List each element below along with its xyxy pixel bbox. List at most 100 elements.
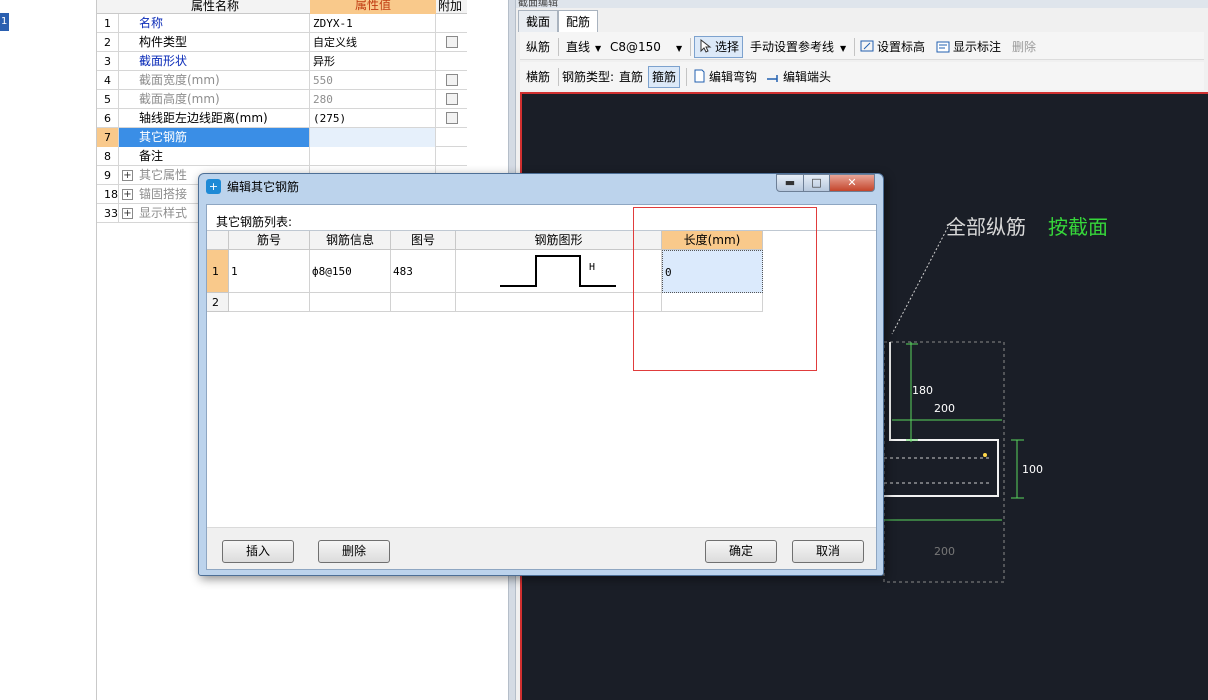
column-header-rebar-shape[interactable]: 钢筋图形 — [456, 231, 662, 250]
close-button[interactable]: ✕ — [829, 174, 875, 192]
property-add-cell — [436, 52, 467, 71]
add-checkbox[interactable] — [446, 93, 458, 105]
delete-button[interactable]: 删除 — [1012, 38, 1036, 56]
property-add-cell — [436, 33, 467, 52]
property-name: 轴线距左边线距离(mm) — [119, 109, 310, 128]
dim-label-180: 180 — [912, 384, 933, 397]
property-row[interactable]: 6 轴线距左边线距离(mm) (275) — [97, 109, 467, 128]
column-header-figure-no[interactable]: 图号 — [391, 231, 456, 250]
property-add-cell — [436, 147, 467, 166]
annotation-leader-line — [891, 226, 949, 335]
dimension-icon — [936, 39, 950, 53]
header-add: 附加 — [438, 0, 463, 13]
property-value[interactable]: 280 — [310, 90, 436, 109]
property-name-text: 截面形状 — [139, 54, 188, 68]
cell-bar-no[interactable]: 1 — [229, 250, 310, 293]
property-name: 截面宽度(mm) — [119, 71, 310, 90]
cell-bar-no[interactable] — [229, 293, 310, 312]
property-add-cell — [436, 109, 467, 128]
property-row[interactable]: 2 构件类型 自定义线 — [97, 33, 467, 52]
left-panel: 1 — [0, 0, 96, 700]
add-checkbox[interactable] — [446, 74, 458, 86]
property-row-number: 2 — [97, 33, 119, 52]
ok-button[interactable]: 确定 — [705, 540, 777, 563]
row-number[interactable]: 1 — [207, 250, 229, 293]
cell-figure-no[interactable] — [391, 293, 456, 312]
cell-rebar-info[interactable]: ф8@150 — [310, 250, 391, 293]
cell-rebar-shape[interactable]: H — [456, 250, 662, 293]
add-checkbox[interactable] — [446, 36, 458, 48]
rebar-shape-figure: H — [500, 255, 616, 287]
property-name-text: 备注 — [139, 149, 164, 163]
show-label-button[interactable]: 显示标注 — [936, 38, 1001, 56]
property-name-text: 名称 — [139, 16, 164, 30]
property-name-text: 截面宽度(mm) — [139, 73, 220, 87]
property-add-cell — [436, 128, 467, 147]
maximize-button[interactable]: □ — [803, 174, 830, 192]
header-property-name: 属性名称 — [191, 0, 240, 13]
expand-icon[interactable]: + — [122, 170, 133, 181]
property-name-text: 锚固搭接 — [139, 187, 188, 201]
property-value[interactable]: 550 — [310, 71, 436, 90]
chevron-down-icon: ▼ — [595, 44, 602, 53]
property-row[interactable]: 8 备注 — [97, 147, 467, 166]
property-name: 截面形状 — [119, 52, 310, 71]
property-value[interactable]: 异形 — [310, 52, 436, 71]
tab-reinforcement[interactable]: 配筋 — [558, 10, 599, 33]
property-row[interactable]: 1 名称 ZDYX-1 — [97, 14, 467, 33]
rebar-spec-dropdown[interactable]: C8@150 ▼ — [610, 38, 682, 56]
edit-end-button[interactable]: 编辑端头 — [766, 68, 831, 86]
insert-button[interactable]: 插入 — [222, 540, 294, 563]
cell-rebar-info[interactable] — [310, 293, 391, 312]
property-row-number: 3 — [97, 52, 119, 71]
cell-figure-no[interactable]: 483 — [391, 250, 456, 293]
property-row-number: 4 — [97, 71, 119, 90]
property-row[interactable]: 5 截面高度(mm) 280 — [97, 90, 467, 109]
straight-bar-button[interactable]: 直筋 — [619, 68, 643, 86]
property-add-cell — [436, 90, 467, 109]
dialog-title-bar[interactable]: + 编辑其它钢筋 ▬ □ ✕ — [199, 174, 883, 200]
property-name-text: 其它钢筋 — [139, 130, 188, 144]
select-button[interactable]: 选择 — [694, 36, 744, 58]
minimize-button[interactable]: ▬ — [776, 174, 804, 192]
manual-reference-line-dropdown[interactable]: 手动设置参考线 ▼ — [750, 38, 846, 56]
highlight-annotation-box — [633, 207, 817, 371]
column-header-rebar-info[interactable]: 钢筋信息 — [310, 231, 391, 250]
property-value[interactable] — [310, 147, 436, 166]
left-tree-selected-item[interactable]: 1 — [0, 13, 9, 31]
reinforcement-toolbar-1: 纵筋 直线 ▼ C8@150 ▼ 选择 手动设置参考线 ▼ 设置标高 显示标注 删除 — [520, 32, 1204, 60]
property-row[interactable]: 3 截面形状 异形 — [97, 52, 467, 71]
annotation-suffix: 按截面 — [1048, 215, 1108, 239]
tab-section[interactable]: 截面 — [518, 10, 559, 32]
property-name-text: 截面高度(mm) — [139, 92, 220, 106]
property-value[interactable]: ZDYX-1 — [310, 14, 436, 33]
property-name-text: 其它属性 — [139, 168, 188, 182]
add-checkbox[interactable] — [446, 112, 458, 124]
line-type-dropdown[interactable]: 直线 ▼ — [566, 38, 601, 56]
property-name: 名称 — [119, 14, 310, 33]
dialog-title: 编辑其它钢筋 — [227, 180, 300, 194]
property-row[interactable]: 4 截面宽度(mm) 550 — [97, 71, 467, 90]
cancel-button[interactable]: 取消 — [792, 540, 864, 563]
expand-icon[interactable]: + — [122, 208, 133, 219]
property-name: 其它钢筋 — [119, 128, 310, 147]
app-icon: + — [206, 179, 221, 194]
delete-row-button[interactable]: 删除 — [318, 540, 390, 563]
section-editor-title: 截面编辑 — [516, 0, 1208, 8]
property-row-number: 5 — [97, 90, 119, 109]
property-row[interactable]: 7 其它钢筋 — [97, 128, 467, 147]
edit-hook-button[interactable]: 编辑弯钩 — [692, 68, 757, 86]
cell-rebar-shape[interactable] — [456, 293, 662, 312]
dim-label-200-bottom: 200 — [934, 545, 955, 558]
property-name: 截面高度(mm) — [119, 90, 310, 109]
property-value[interactable]: 自定义线 — [310, 33, 436, 52]
property-name-text: 显示样式 — [139, 206, 188, 220]
row-number[interactable]: 2 — [207, 293, 229, 312]
stirrup-button[interactable]: 箍筋 — [648, 66, 681, 88]
column-header-bar-no[interactable]: 筋号 — [229, 231, 310, 250]
property-value[interactable] — [310, 128, 436, 147]
property-value[interactable]: (275) — [310, 109, 436, 128]
expand-icon[interactable]: + — [122, 189, 133, 200]
set-elevation-button[interactable]: 设置标高 — [860, 38, 925, 56]
property-name: 备注 — [119, 147, 310, 166]
